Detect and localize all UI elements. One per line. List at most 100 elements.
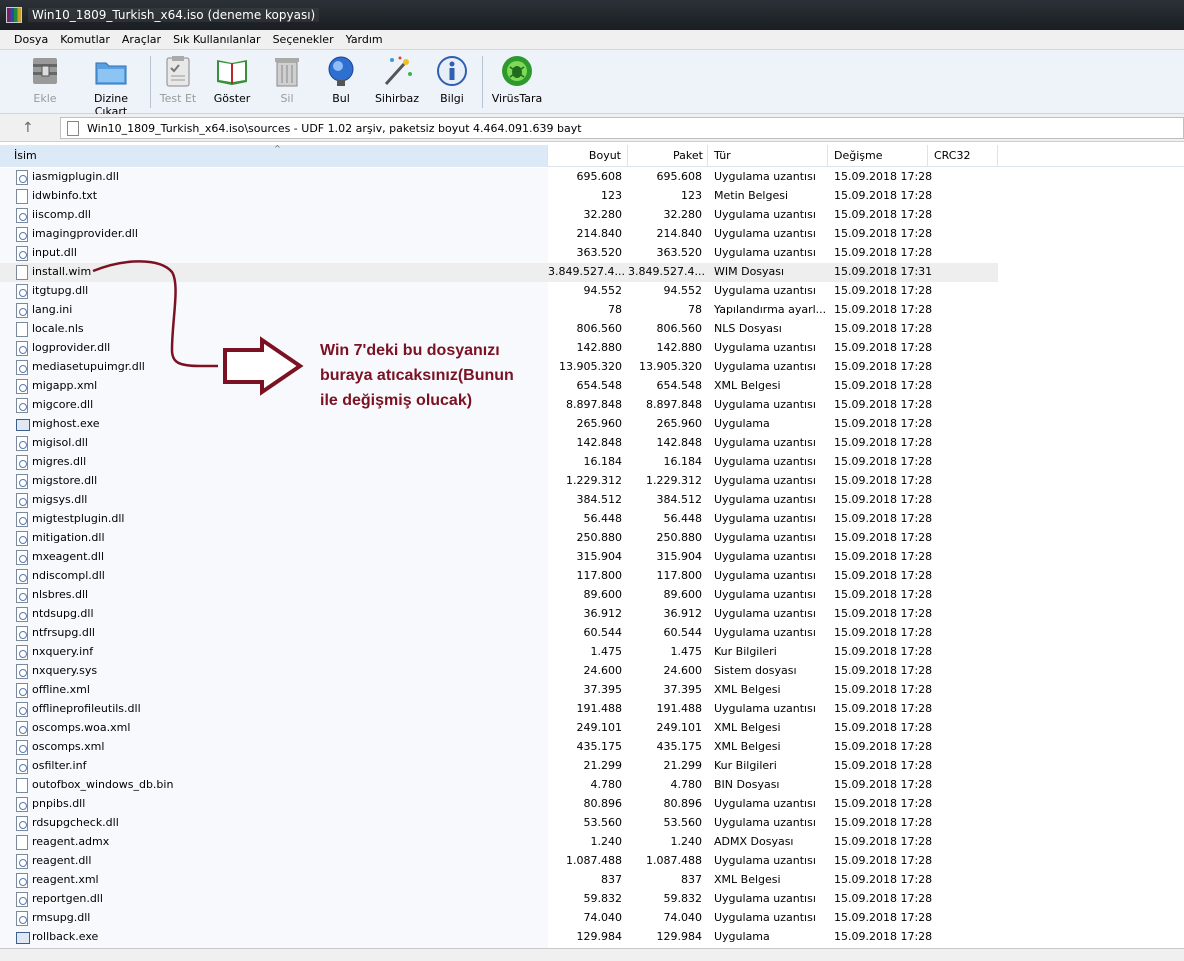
file-size: 13.905.320 <box>559 360 622 373</box>
file-row[interactable]: nxquery.inf 1.475 1.475 Kur Bilgileri 15.09.… <box>0 643 1184 662</box>
file-name: rmsupg.dll <box>32 911 91 924</box>
file-row[interactable]: migsys.dll 384.512 384.512 Uygulama uzantıs… <box>0 491 1184 510</box>
file-size: 8.897.848 <box>566 398 622 411</box>
file-row[interactable]: migres.dll 16.184 16.184 Uygulama uzantısı 1… <box>0 453 1184 472</box>
file-name: outofbox_windows_db.bin <box>32 778 174 791</box>
dll-file-icon <box>16 379 28 394</box>
file-row[interactable]: iiscomp.dll 32.280 32.280 Uygulama uzantısı… <box>0 206 1184 225</box>
test-button[interactable]: Test Et <box>155 54 201 110</box>
column-header-packed[interactable]: Paket <box>628 145 708 167</box>
dll-file-icon <box>16 569 28 584</box>
up-arrow-icon[interactable]: ↑ <box>22 120 34 136</box>
file-row[interactable]: migapp.xml 654.548 654.548 XML Belgesi 15.09… <box>0 377 1184 396</box>
add-button[interactable]: Ekle <box>22 54 68 110</box>
file-row[interactable]: install.wim 3.849.527.4... 3.849.527.4... W… <box>0 263 1184 282</box>
file-row[interactable]: imagingprovider.dll 214.840 214.840 Uygulam… <box>0 225 1184 244</box>
file-packed: 21.299 <box>663 759 703 772</box>
file-row[interactable]: reagent.dll 1.087.488 1.087.488 Uygulama uz… <box>0 852 1184 871</box>
file-packed: 16.184 <box>663 455 703 468</box>
file-row[interactable]: migisol.dll 142.848 142.848 Uygulama uzantı… <box>0 434 1184 453</box>
file-row[interactable]: mediasetupuimgr.dll 13.905.320 13.905.320 U… <box>0 358 1184 377</box>
menu-sik-kullanilanlar[interactable]: Sık Kullanılanlar <box>167 30 267 50</box>
menu-secenekler[interactable]: Seçenekler <box>267 30 340 50</box>
file-type: Uygulama uzantısı <box>714 797 816 810</box>
file-row[interactable]: mitigation.dll 250.880 250.880 Uygulama uza… <box>0 529 1184 548</box>
file-row[interactable]: ndiscompl.dll 117.800 117.800 Uygulama uzan… <box>0 567 1184 586</box>
file-row[interactable]: reagent.admx 1.240 1.240 ADMX Dosyası 15.09.… <box>0 833 1184 852</box>
column-header-type[interactable]: Tür <box>708 145 828 167</box>
menu-yardim[interactable]: Yardım <box>340 30 389 50</box>
view-button[interactable]: Göster <box>209 54 255 110</box>
file-modified: 15.09.2018 17:31 <box>834 265 933 278</box>
file-row[interactable]: migstore.dll 1.229.312 1.229.312 Uygulama u… <box>0 472 1184 491</box>
file-size: 94.552 <box>583 284 623 297</box>
file-row[interactable]: idwbinfo.txt 123 123 Metin Belgesi 15.09.201… <box>0 187 1184 206</box>
dll-file-icon <box>16 474 28 489</box>
file-row[interactable]: logprovider.dll 142.880 142.880 Uygulama uz… <box>0 339 1184 358</box>
dll-file-icon <box>16 398 28 413</box>
info-button[interactable]: Bilgi <box>430 54 474 110</box>
file-row[interactable]: rdsupgcheck.dll 53.560 53.560 Uygulama uzan… <box>0 814 1184 833</box>
file-modified: 15.09.2018 17:28 <box>834 455 933 468</box>
delete-button[interactable]: Sil <box>264 54 310 110</box>
file-row[interactable]: osfilter.inf 21.299 21.299 Kur Bilgileri 15.… <box>0 757 1184 776</box>
extract-to-button[interactable]: Dizine Çıkart <box>76 54 146 118</box>
dll-file-icon <box>16 721 28 736</box>
file-row[interactable]: migcore.dll 8.897.848 8.897.848 Uygulama uz… <box>0 396 1184 415</box>
file-size: 1.229.312 <box>566 474 622 487</box>
file-row[interactable]: oscomps.woa.xml 249.101 249.101 XML Belgesi… <box>0 719 1184 738</box>
file-row[interactable]: ntdsupg.dll 36.912 36.912 Uygulama uzantısı… <box>0 605 1184 624</box>
dll-file-icon <box>16 683 28 698</box>
file-row[interactable]: iasmigplugin.dll 695.608 695.608 Uygulama u… <box>0 168 1184 187</box>
menu-dosya[interactable]: Dosya <box>0 30 54 50</box>
menu-bar: Dosya Komutlar Araçlar Sık Kullanılanlar Seç… <box>0 30 1184 50</box>
file-type: NLS Dosyası <box>714 322 782 335</box>
file-row[interactable]: pnpibs.dll 80.896 80.896 Uygulama uzantısı 1… <box>0 795 1184 814</box>
file-row[interactable]: offline.xml 37.395 37.395 XML Belgesi 15.09.… <box>0 681 1184 700</box>
file-row[interactable]: nxquery.sys 24.600 24.600 Sistem dosyası 15.… <box>0 662 1184 681</box>
menu-araclar[interactable]: Araçlar <box>116 30 167 50</box>
file-size: 1.240 <box>590 835 623 848</box>
file-size: 250.880 <box>576 531 623 544</box>
column-header-name[interactable]: İsim ^ <box>0 144 548 167</box>
file-list: iasmigplugin.dll 695.608 695.608 Uygulama u… <box>0 168 1184 948</box>
file-row[interactable]: locale.nls 806.560 806.560 NLS Dosyası 15.09… <box>0 320 1184 339</box>
file-name: logprovider.dll <box>32 341 111 354</box>
file-row[interactable]: itgtupg.dll 94.552 94.552 Uygulama uzantısı… <box>0 282 1184 301</box>
file-packed: 32.280 <box>663 208 703 221</box>
file-row[interactable]: mighost.exe 265.960 265.960 Uygulama 15.09.2… <box>0 415 1184 434</box>
file-row[interactable]: reagent.xml 837 837 XML Belgesi 15.09.2018 1… <box>0 871 1184 890</box>
file-row[interactable]: reportgen.dll 59.832 59.832 Uygulama uzantı… <box>0 890 1184 909</box>
file-size: 837 <box>601 873 622 886</box>
column-header-crc32[interactable]: CRC32 <box>928 145 998 167</box>
file-row[interactable]: nlsbres.dll 89.600 89.600 Uygulama uzantısı… <box>0 586 1184 605</box>
wizard-button[interactable]: Sihirbaz <box>372 54 422 110</box>
dll-file-icon <box>16 797 28 812</box>
file-row[interactable]: rollback.exe 129.984 129.984 Uygulama 15.09.… <box>0 928 1184 947</box>
path-field[interactable]: Win10_1809_Turkish_x64.iso\sources - UDF… <box>60 117 1184 139</box>
column-header-modified[interactable]: Değişme <box>828 145 928 167</box>
file-name: reagent.dll <box>32 854 92 867</box>
file-size: 123 <box>601 189 622 202</box>
file-type: Uygulama uzantısı <box>714 360 816 373</box>
file-modified: 15.09.2018 17:28 <box>834 645 933 658</box>
file-row[interactable]: offlineprofileutils.dll 191.488 191.488 Uyg… <box>0 700 1184 719</box>
file-row[interactable]: migtestplugin.dll 56.448 56.448 Uygulama uz… <box>0 510 1184 529</box>
file-size: 117.800 <box>576 569 623 582</box>
file-packed: 36.912 <box>663 607 703 620</box>
column-header-size[interactable]: Boyut <box>548 145 628 167</box>
file-row[interactable]: mxeagent.dll 315.904 315.904 Uygulama uzant… <box>0 548 1184 567</box>
find-button[interactable]: Bul <box>318 54 364 110</box>
file-row[interactable]: outofbox_windows_db.bin 4.780 4.780 BIN Dos… <box>0 776 1184 795</box>
virus-scan-button[interactable]: VirüsTara <box>488 54 546 110</box>
file-row[interactable]: input.dll 363.520 363.520 Uygulama uzantısı… <box>0 244 1184 263</box>
file-row[interactable]: ntfrsupg.dll 60.544 60.544 Uygulama uzantıs… <box>0 624 1184 643</box>
file-name: rdsupgcheck.dll <box>32 816 119 829</box>
file-type: XML Belgesi <box>714 740 781 753</box>
file-row[interactable]: lang.ini 78 78 Yapılandırma ayarl... 15.09.2… <box>0 301 1184 320</box>
folder-extract-icon <box>94 54 128 88</box>
file-row[interactable]: oscomps.xml 435.175 435.175 XML Belgesi 15.0… <box>0 738 1184 757</box>
menu-komutlar[interactable]: Komutlar <box>54 30 116 50</box>
file-modified: 15.09.2018 17:28 <box>834 322 933 335</box>
file-row[interactable]: rmsupg.dll 74.040 74.040 Uygulama uzantısı 1… <box>0 909 1184 928</box>
